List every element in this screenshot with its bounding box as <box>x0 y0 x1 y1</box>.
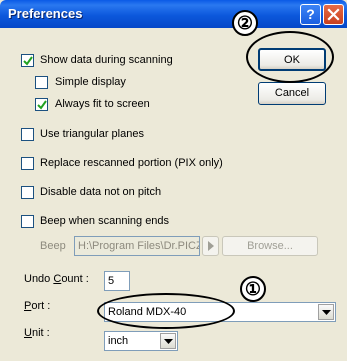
triangular-label: Use triangular planes <box>40 128 144 140</box>
unit-dropdown-button[interactable] <box>160 333 176 349</box>
fit-to-screen-label: Always fit to screen <box>55 98 150 110</box>
close-button[interactable] <box>323 4 344 25</box>
checkmark-icon <box>23 56 33 66</box>
disable-not-on-pitch-label: Disable data not on pitch <box>40 186 162 198</box>
browse-button[interactable]: Browse... <box>222 236 318 256</box>
triangular-checkbox[interactable] <box>21 128 34 141</box>
beep-label: Beep when scanning ends <box>40 215 170 227</box>
beep-play-button[interactable] <box>202 236 219 256</box>
checkmark-icon <box>37 100 47 110</box>
close-icon <box>327 8 340 21</box>
port-dropdown-button[interactable] <box>318 304 334 320</box>
simple-display-checkbox[interactable] <box>35 76 48 89</box>
undo-count-input[interactable]: 5 <box>104 271 130 291</box>
replace-rescanned-label: Replace rescanned portion (PIX only) <box>40 157 223 169</box>
beep-checkbox[interactable] <box>21 215 34 228</box>
undo-count-label: Undo Count : <box>24 273 89 285</box>
unit-select[interactable]: inch <box>104 331 178 351</box>
chevron-down-icon <box>322 310 331 315</box>
preferences-dialog: Preferences ? Show data during scanning … <box>0 0 347 361</box>
help-icon: ? <box>306 6 315 22</box>
show-data-checkbox[interactable] <box>21 54 34 67</box>
unit-label: Unit : <box>24 327 50 339</box>
fit-to-screen-checkbox[interactable] <box>35 98 48 111</box>
ok-highlight-ellipse <box>246 31 334 83</box>
cancel-button[interactable]: Cancel <box>258 82 326 105</box>
beep-path-field[interactable]: H:\Program Files\Dr.PICZA3 <box>74 236 200 256</box>
step-1-marker: ① <box>240 276 266 302</box>
chevron-down-icon <box>164 339 173 344</box>
title-bar[interactable]: Preferences ? <box>0 0 347 28</box>
window-title: Preferences <box>8 6 83 21</box>
replace-rescanned-checkbox[interactable] <box>21 157 34 170</box>
port-highlight-ellipse <box>97 293 235 329</box>
help-button[interactable]: ? <box>300 4 321 25</box>
beep-path-label: Beep <box>40 240 66 252</box>
disable-not-on-pitch-checkbox[interactable] <box>21 186 34 199</box>
play-icon <box>207 241 214 251</box>
port-label: Port : <box>24 300 51 312</box>
step-2-marker: ② <box>232 10 258 36</box>
show-data-label: Show data during scanning <box>40 54 173 66</box>
unit-value: inch <box>108 335 129 347</box>
simple-display-label: Simple display <box>55 76 126 88</box>
